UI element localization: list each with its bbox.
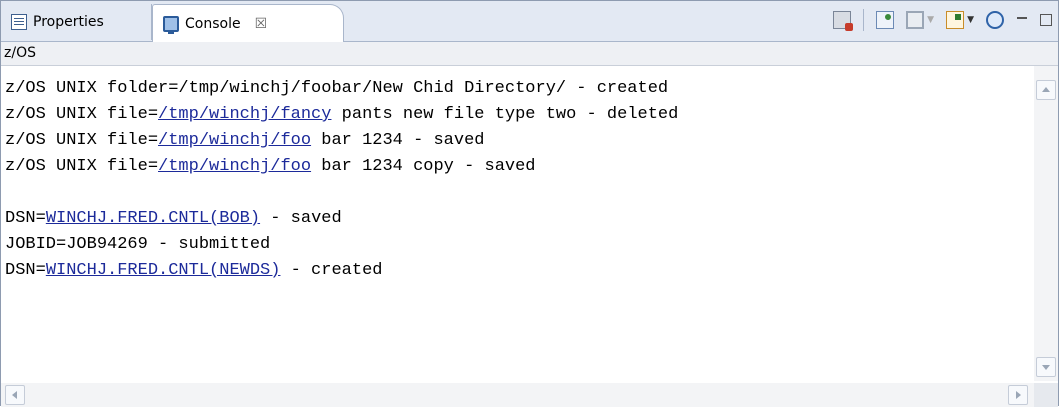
vertical-scrollbar[interactable] (1034, 66, 1058, 381)
console-line-text: JOBID=JOB94269 - submitted (5, 235, 271, 254)
console-hyperlink[interactable]: WINCHJ.FRED.CNTL(BOB) (46, 209, 260, 228)
console-line: DSN=WINCHJ.FRED.CNTL(BOB) - saved (5, 206, 1032, 232)
console-lines: z/OS UNIX folder=/tmp/winchj/foobar/New … (5, 76, 1032, 284)
console-line: z/OS UNIX file=/tmp/winchj/foo bar 1234 … (5, 128, 1032, 154)
scroll-right-icon[interactable] (1008, 385, 1028, 405)
console-output[interactable]: z/OS UNIX folder=/tmp/winchj/foobar/New … (1, 66, 1058, 407)
console-hyperlink[interactable]: WINCHJ.FRED.CNTL(NEWDS) (46, 261, 281, 280)
chevron-down-icon[interactable]: ▼ (927, 15, 934, 25)
console-line-text: - saved (260, 209, 342, 228)
scroll-up-icon[interactable] (1036, 80, 1056, 100)
scroll-left-icon[interactable] (5, 385, 25, 405)
remote-console-icon[interactable] (986, 11, 1004, 29)
properties-icon (11, 14, 27, 30)
console-label-row: z/OS (1, 42, 1058, 66)
tab-console-label: Console (185, 15, 241, 32)
console-line: DSN=WINCHJ.FRED.CNTL(NEWDS) - created (5, 258, 1032, 284)
close-icon[interactable]: ☒ (255, 16, 268, 32)
display-console-icon[interactable] (906, 11, 925, 29)
console-line-text: pants new file type two - deleted (331, 105, 679, 124)
console-line-text: z/OS UNIX file= (5, 105, 159, 124)
pin-console-icon[interactable] (876, 11, 895, 29)
console-line: z/OS UNIX file=/tmp/winchj/fancy pants n… (5, 102, 1032, 128)
tab-console[interactable]: Console ☒ (152, 4, 344, 42)
console-line: z/OS UNIX file=/tmp/winchj/foo bar 1234 … (5, 154, 1032, 180)
console-hyperlink[interactable]: /tmp/winchj/foo (158, 157, 311, 176)
console-line-text: z/OS UNIX file= (5, 131, 159, 150)
console-line-text: DSN= (5, 261, 46, 280)
maximize-icon[interactable] (1040, 14, 1052, 26)
chevron-down-icon[interactable]: ▼ (967, 15, 974, 25)
console-line-text: z/OS UNIX file= (5, 157, 159, 176)
tab-properties[interactable]: Properties (1, 4, 152, 40)
console-line: JOBID=JOB94269 - submitted (5, 232, 1032, 258)
console-hyperlink[interactable]: /tmp/winchj/fancy (158, 105, 331, 124)
scroll-down-icon[interactable] (1036, 357, 1056, 377)
console-line-text: DSN= (5, 209, 46, 228)
console-view: Properties Console ☒ ▼ ▼ z/OS z/OS UNIX … (0, 0, 1059, 407)
toolbar-separator (863, 9, 865, 31)
tab-properties-label: Properties (33, 14, 104, 30)
minimize-icon[interactable] (1016, 14, 1028, 26)
console-line: z/OS UNIX folder=/tmp/winchj/foobar/New … (5, 76, 1032, 102)
tab-bar: Properties Console ☒ ▼ ▼ (1, 1, 1058, 42)
console-hyperlink[interactable]: /tmp/winchj/foo (158, 131, 311, 150)
console-line-text: - created (280, 261, 383, 280)
console-line-text: bar 1234 copy - saved (311, 157, 536, 176)
open-console-icon[interactable] (946, 11, 965, 29)
console-icon (163, 15, 179, 34)
console-toolbar: ▼ ▼ (833, 9, 1052, 31)
horizontal-scrollbar[interactable] (1, 383, 1034, 407)
scrollbar-corner (1034, 383, 1058, 407)
console-label: z/OS (4, 45, 36, 61)
console-line-text: bar 1234 - saved (311, 131, 485, 150)
clear-console-icon[interactable] (833, 11, 854, 31)
console-line-text: z/OS UNIX folder=/tmp/winchj/foobar/New … (5, 79, 669, 98)
